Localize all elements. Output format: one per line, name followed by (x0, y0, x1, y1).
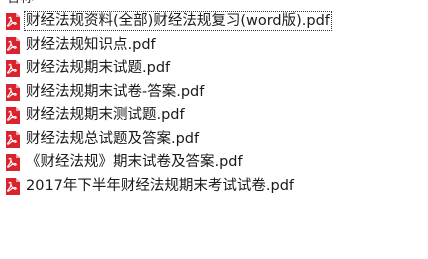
file-explorer: 名称 财经法规资料(全部)财经法规复习(word版).pdf 财经法规知识点.p… (0, 0, 428, 259)
pdf-file-icon (6, 83, 20, 101)
file-name: 财经法规总试题及答案.pdf (26, 130, 200, 147)
pdf-file-icon (6, 60, 20, 77)
file-name: 财经法规期末试卷-答案.pdf (26, 83, 205, 100)
file-name: 财经法规期末测试题.pdf (26, 107, 185, 123)
file-name: 《财经法规》期末试卷及答案.pdf (26, 154, 243, 170)
file-name: 财经法规期末试题.pdf (26, 60, 171, 76)
file-name: 财经法规知识点.pdf (26, 36, 156, 53)
pdf-file-icon (6, 107, 20, 124)
pdf-file-icon (6, 154, 20, 171)
pdf-file-icon (6, 36, 20, 54)
pdf-file-icon (6, 177, 20, 195)
pdf-file-icon (6, 13, 20, 30)
file-name: 2017年下半年财经法规期末考试试卷.pdf (26, 177, 295, 194)
column-header-name[interactable]: 名称 (6, 0, 34, 6)
file-name: 财经法规资料(全部)财经法规复习(word版).pdf (24, 11, 332, 31)
pdf-file-icon (6, 130, 20, 148)
